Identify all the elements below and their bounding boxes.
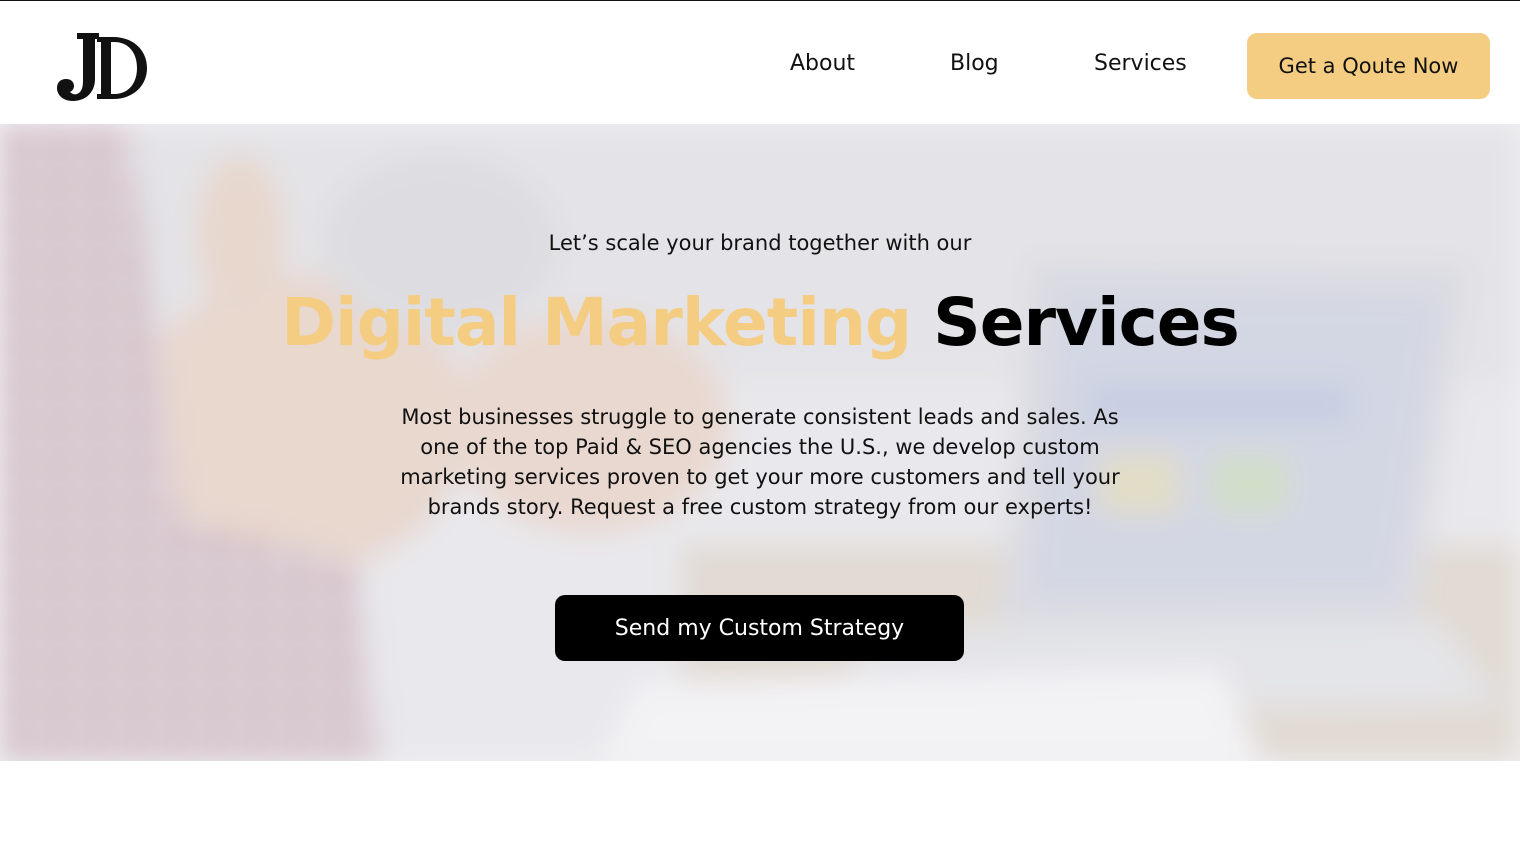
hero-title: Digital Marketing Services	[0, 284, 1520, 361]
nav-about[interactable]: About	[790, 51, 855, 76]
send-custom-strategy-button[interactable]: Send my Custom Strategy	[555, 595, 964, 661]
hero-title-dark: Services	[933, 284, 1240, 361]
nav-services[interactable]: Services	[1094, 51, 1187, 76]
logo-icon	[57, 33, 147, 101]
site-header: About Blog Services Get a Qoute Now	[0, 1, 1520, 124]
nav-blog[interactable]: Blog	[950, 51, 999, 76]
stats-section	[0, 761, 1520, 856]
hero-title-accent: Digital Marketing	[281, 284, 912, 361]
jd-logo[interactable]	[55, 29, 151, 105]
get-quote-button[interactable]: Get a Qoute Now	[1247, 33, 1490, 99]
hero-kicker: Let’s scale your brand together with our	[548, 231, 972, 255]
hero-description: Most businesses struggle to generate con…	[400, 405, 1120, 519]
hero-section: Let’s scale your brand together with our…	[0, 124, 1520, 761]
